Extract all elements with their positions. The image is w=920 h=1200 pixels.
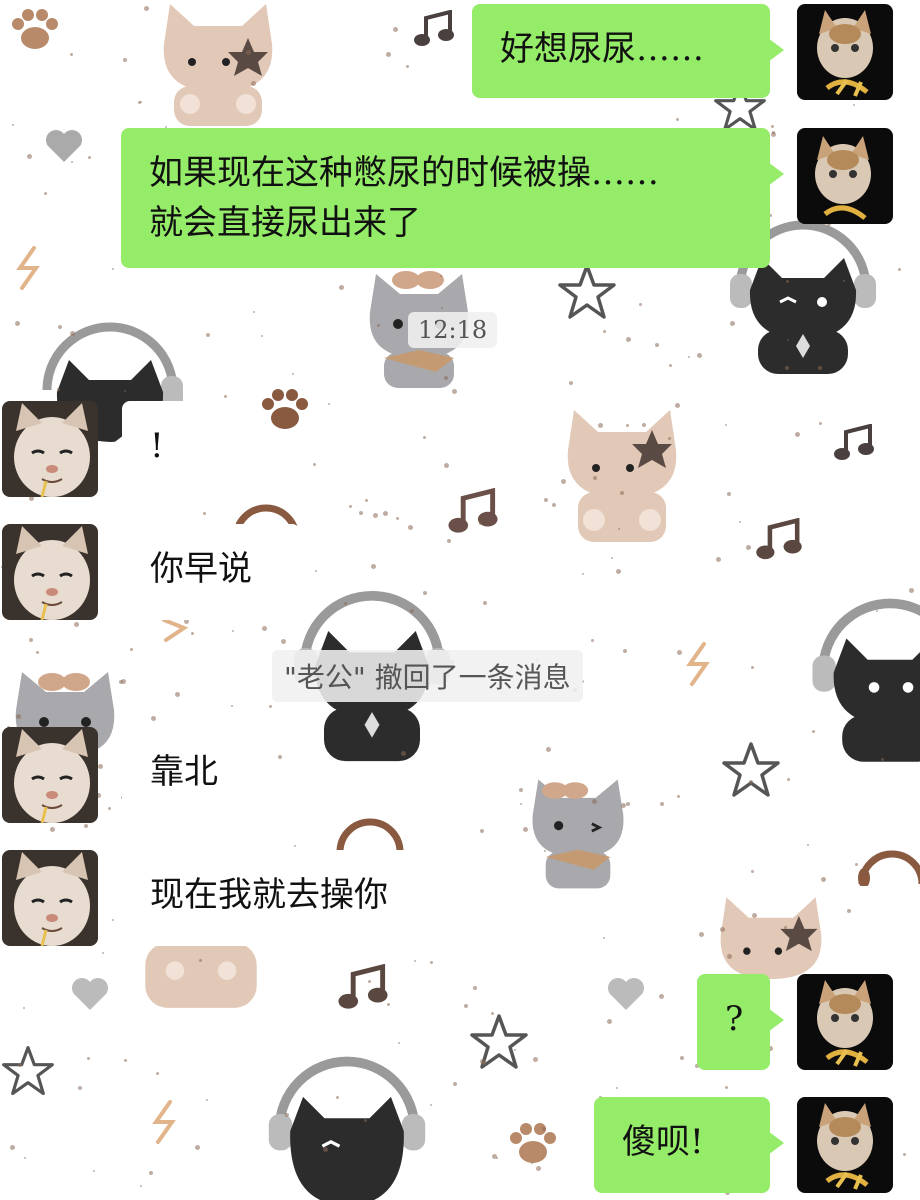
message-bubble-incoming[interactable]: 靠北 <box>108 727 258 823</box>
message-text: 你早说 <box>150 549 252 589</box>
contact-avatar[interactable] <box>2 727 98 823</box>
message-text: 傻呗! <box>622 1122 704 1162</box>
message-bubble-outgoing[interactable]: 如果现在这种憋尿的时候被操…… 就会直接尿出来了 <box>121 128 784 268</box>
message-text-line: 如果现在这种憋尿的时候被操…… <box>149 153 659 193</box>
message-text: ? <box>725 999 744 1039</box>
contact-avatar[interactable] <box>2 401 98 497</box>
recalled-message-notice: "老公" 撤回了一条消息 <box>272 650 583 702</box>
message-bubble-outgoing[interactable]: ? <box>697 974 784 1070</box>
message-timestamp: 12:18 <box>408 312 498 348</box>
chat-thread: 好想尿尿…… 如果现在这种憋尿的时候被操…… 就会直接尿出来了 12:18 ! … <box>0 0 920 1200</box>
message-bubble-incoming[interactable]: ! <box>108 401 202 497</box>
self-avatar[interactable] <box>797 974 893 1070</box>
message-text: 好想尿尿…… <box>500 29 704 69</box>
message-bubble-incoming[interactable]: 现在我就去操你 <box>108 850 462 946</box>
message-bubble-incoming[interactable]: 你早说 <box>108 524 300 620</box>
contact-avatar[interactable] <box>2 524 98 620</box>
message-text-line: 就会直接尿出来了 <box>149 203 421 243</box>
contact-avatar[interactable] <box>2 850 98 946</box>
message-text: 现在我就去操你 <box>150 875 388 915</box>
message-bubble-outgoing[interactable]: 傻呗! <box>594 1097 784 1193</box>
self-avatar[interactable] <box>797 4 893 100</box>
self-avatar[interactable] <box>797 1097 893 1193</box>
message-text: ! <box>150 426 164 466</box>
self-avatar[interactable] <box>797 128 893 224</box>
message-text: 靠北 <box>150 752 218 792</box>
message-bubble-outgoing[interactable]: 好想尿尿…… <box>472 4 784 98</box>
